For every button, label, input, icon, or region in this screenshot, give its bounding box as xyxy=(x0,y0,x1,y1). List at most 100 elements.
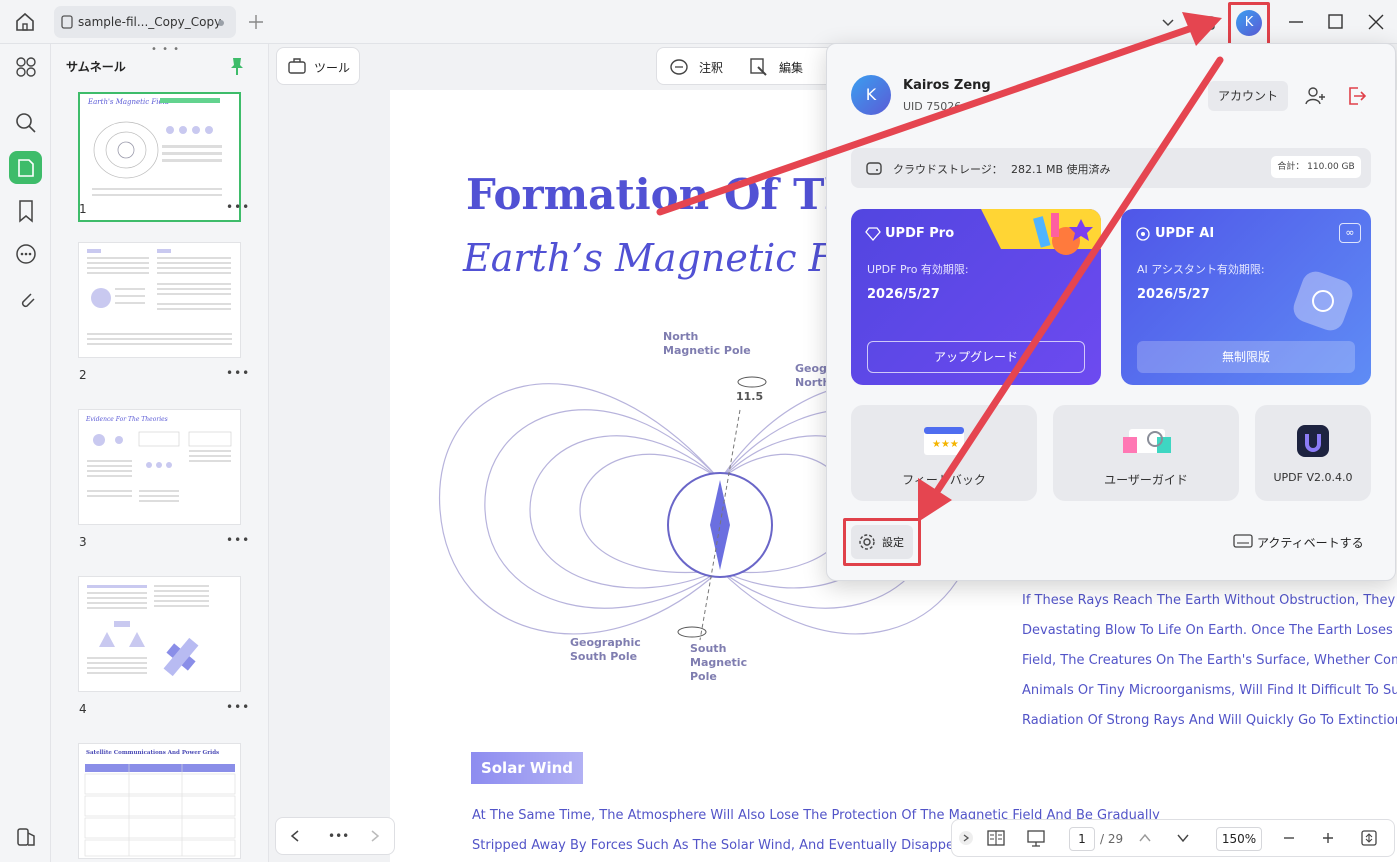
thumb-page-number: 1 xyxy=(79,202,87,216)
thumb-page-number: 4 xyxy=(79,702,87,716)
storage-total: 合計： 110.00 GB xyxy=(1271,156,1361,178)
user-guide-tile[interactable]: ユーザーガイド xyxy=(1053,405,1239,501)
document-tab[interactable]: sample-fil..._Copy_Copy xyxy=(54,6,236,38)
add-user-icon[interactable] xyxy=(1304,85,1326,107)
user-guide-icon xyxy=(1123,429,1171,453)
chevron-up-icon[interactable] xyxy=(1138,831,1152,845)
thumb-heading: Earth's Magnetic Field xyxy=(88,98,170,106)
logout-icon[interactable] xyxy=(1345,85,1367,107)
feedback-label: フィードバック xyxy=(902,473,986,487)
notification-icon[interactable] xyxy=(1199,14,1217,32)
storage-icon xyxy=(866,162,882,175)
storage-label: クラウドストレージ： xyxy=(893,163,1003,176)
highlight-avatar xyxy=(1228,2,1270,46)
chevron-right-icon[interactable] xyxy=(368,829,382,843)
user-id: UID 75026 xyxy=(903,100,962,113)
reading-mode-icon[interactable] xyxy=(986,829,1006,847)
pro-expiry-label: UPDF Pro 有効期限: xyxy=(867,263,969,276)
edit-button[interactable]: 編集 xyxy=(779,59,803,76)
pin-icon[interactable] xyxy=(229,56,245,76)
fit-page-icon[interactable] xyxy=(1360,829,1378,847)
paragraph-line: Animals Or Tiny Microorganisms, Will Fin… xyxy=(1022,683,1397,698)
comment-icon[interactable] xyxy=(13,242,39,268)
paragraph-line: Devastating Blow To Life On Earth. Once … xyxy=(1022,623,1397,638)
annotate-button[interactable]: 注釈 xyxy=(699,59,723,76)
thumbnail-panel: • • • サムネール Earth's Magnetic Field 1 •••… xyxy=(51,44,269,862)
doc-title: Formation Of The xyxy=(466,170,882,219)
chevron-down-icon[interactable] xyxy=(1176,831,1190,845)
upgrade-button[interactable]: アップグレード xyxy=(867,341,1085,373)
thumbnail-page-4[interactable] xyxy=(78,576,241,692)
zoom-in-icon[interactable] xyxy=(1321,831,1335,845)
left-rail xyxy=(0,44,51,862)
attachment-icon[interactable] xyxy=(13,286,39,312)
thumbnail-page-1[interactable]: Earth's Magnetic Field xyxy=(78,92,241,222)
layers-icon[interactable] xyxy=(13,824,39,850)
thumbnail-page-5[interactable]: Satellite Communications And Power Grids xyxy=(78,743,241,859)
thumb-graphic xyxy=(87,249,232,345)
label-south-magnetic-pole: South Magnetic Pole xyxy=(690,642,748,683)
account-button[interactable]: アカウント xyxy=(1208,81,1288,111)
zoom-input[interactable]: 150% xyxy=(1216,827,1262,851)
thumbnail-page-3[interactable]: Evidence For The Theories xyxy=(78,409,241,525)
panel-title: サムネール xyxy=(66,60,126,74)
right-paragraph: If These Rays Reach The Earth Without Ob… xyxy=(1022,593,1397,743)
page-nav-bar: ••• xyxy=(275,817,395,855)
zoom-out-icon[interactable] xyxy=(1282,831,1296,845)
thumb-page-number: 3 xyxy=(79,535,87,549)
thumb-more-button[interactable]: ••• xyxy=(226,700,250,714)
thumb-more-button[interactable]: ••• xyxy=(226,533,250,547)
drag-handle[interactable]: • • • xyxy=(151,44,180,55)
page-icon xyxy=(18,159,34,177)
chevron-left-icon[interactable] xyxy=(288,829,302,843)
thumb-more-button[interactable]: ••• xyxy=(226,366,250,380)
page-number-input[interactable]: 1 xyxy=(1069,827,1095,851)
unlimited-button[interactable]: 無制限版 xyxy=(1137,341,1355,373)
version-tile[interactable]: UPDF V2.0.4.0 xyxy=(1255,405,1371,501)
thumb-graphic xyxy=(84,764,236,857)
diamond-icon xyxy=(865,227,881,241)
feedback-tile[interactable]: ★★★ フィードバック xyxy=(851,405,1037,501)
mode-toolbar: 注釈 編集 xyxy=(656,47,836,85)
search-icon[interactable] xyxy=(13,110,39,136)
new-tab-icon[interactable] xyxy=(247,13,265,31)
minimize-icon[interactable] xyxy=(1286,12,1306,32)
paragraph-line: Field, The Creatures On The Earth's Surf… xyxy=(1022,653,1397,668)
paragraph-line: Stripped Away By Forces Such As The Sola… xyxy=(472,838,962,853)
thumbnail-page-2[interactable] xyxy=(78,242,241,358)
pro-illustration xyxy=(981,209,1101,255)
feedback-icon: ★★★ xyxy=(924,427,964,455)
thumb-highlight xyxy=(160,98,220,103)
ai-card: UPDF AI ∞ AI アシスタント有効期限: 2026/5/27 無制限版 xyxy=(1121,209,1371,385)
thumbnail-view-button[interactable] xyxy=(9,151,42,184)
paragraph-line: Radiation Of Strong Rays And Will Quickl… xyxy=(1022,713,1397,728)
doc-subtitle: Earth’s Magnetic Fi xyxy=(463,236,848,280)
updf-logo-icon xyxy=(1297,425,1329,457)
user-guide-label: ユーザーガイド xyxy=(1104,473,1188,487)
thumb-graphic xyxy=(92,121,222,196)
pro-card: UPDF Pro UPDF Pro 有効期限: 2026/5/27 アップグレー… xyxy=(851,209,1101,385)
edit-icon xyxy=(750,58,767,76)
toolbox-icon xyxy=(288,58,306,74)
close-icon[interactable] xyxy=(1366,12,1386,32)
bookmark-icon[interactable] xyxy=(13,198,39,224)
version-label: UPDF V2.0.4.0 xyxy=(1273,471,1353,484)
maximize-icon[interactable] xyxy=(1326,12,1346,32)
chevron-down-icon[interactable] xyxy=(1160,14,1176,30)
activate-icon xyxy=(1233,534,1253,548)
tab-label: sample-fil..._Copy_Copy xyxy=(78,15,222,29)
activate-link[interactable]: アクティベートする xyxy=(1257,534,1364,551)
apps-icon[interactable] xyxy=(13,54,39,80)
highlight-settings xyxy=(843,518,921,566)
more-icon[interactable]: ••• xyxy=(328,829,349,843)
home-icon[interactable] xyxy=(14,11,36,33)
collapse-icon[interactable] xyxy=(958,830,974,846)
file-icon xyxy=(61,15,73,29)
slideshow-icon[interactable] xyxy=(1026,829,1046,847)
ai-expiry-date: 2026/5/27 xyxy=(1137,287,1210,302)
tools-button[interactable]: ツール xyxy=(276,47,360,85)
thumb-more-button[interactable]: ••• xyxy=(226,200,250,214)
section-heading-solar-wind: Solar Wind xyxy=(471,752,583,784)
label-angle: 11.5 xyxy=(736,390,764,403)
annotate-icon xyxy=(670,59,688,75)
